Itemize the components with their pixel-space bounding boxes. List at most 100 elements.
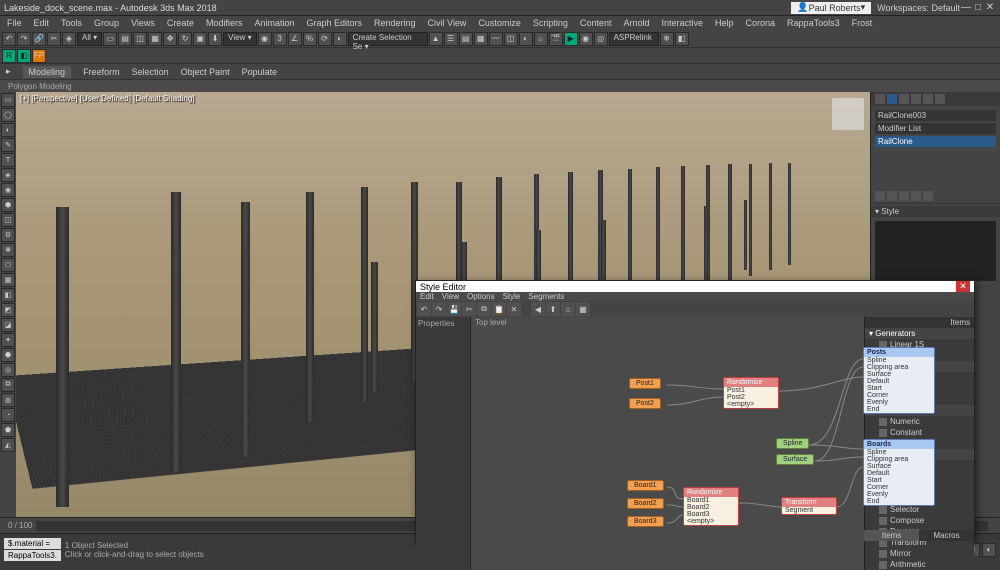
- listener-line-2[interactable]: RappaTools3.: [4, 550, 61, 561]
- left-tool-1[interactable]: ◯: [1, 108, 15, 122]
- angle-snap-button[interactable]: ∠: [288, 32, 302, 46]
- paste-button[interactable]: 📋: [492, 302, 506, 316]
- named-sel-button[interactable]: ◐: [333, 32, 347, 46]
- curve-editor-button[interactable]: 〰: [489, 32, 503, 46]
- modifier-list-dropdown[interactable]: Modifier List: [875, 123, 996, 134]
- node-randomize-posts[interactable]: Randomize Post1 Post2 <empty>: [723, 377, 779, 409]
- redo-button[interactable]: ↷: [432, 302, 446, 316]
- items-category-generators[interactable]: ▾ Generators: [865, 328, 974, 339]
- object-name-field[interactable]: RailClone003: [875, 110, 996, 121]
- menu-interactive[interactable]: Interactive: [656, 18, 708, 28]
- left-tool-14[interactable]: ◩: [1, 303, 15, 317]
- node-generator-posts[interactable]: Posts SplineClipping areaSurfaceDefaultS…: [863, 347, 935, 414]
- menu-content[interactable]: Content: [575, 18, 617, 28]
- menu-rendering[interactable]: Rendering: [369, 18, 421, 28]
- gen-slot[interactable]: Clipping area: [864, 364, 934, 371]
- left-tool-3[interactable]: ✎: [1, 138, 15, 152]
- show-end-result-button[interactable]: [887, 191, 897, 201]
- macros-tab[interactable]: Macros: [919, 530, 974, 541]
- menu-animation[interactable]: Animation: [249, 18, 299, 28]
- create-tab[interactable]: [875, 94, 885, 104]
- left-tool-11[interactable]: ⬡: [1, 258, 15, 272]
- move-button[interactable]: ✥: [163, 32, 177, 46]
- gen-slot[interactable]: Evenly: [864, 491, 934, 498]
- dialog-menu-segments[interactable]: Segments: [528, 292, 564, 301]
- refcoord-dropdown[interactable]: View ▾: [223, 32, 256, 46]
- toggle-ribbon-button[interactable]: ▦: [474, 32, 488, 46]
- menu-corona[interactable]: Corona: [741, 18, 781, 28]
- left-tool-13[interactable]: ◧: [1, 288, 15, 302]
- modifier-stack-item[interactable]: RailClone: [875, 136, 996, 147]
- unlink-button[interactable]: ✂: [47, 32, 61, 46]
- gen-slot[interactable]: Start: [864, 385, 934, 392]
- gen-slot[interactable]: Corner: [864, 392, 934, 399]
- redo-button[interactable]: ↷: [17, 32, 31, 46]
- make-unique-button[interactable]: [899, 191, 909, 201]
- spinner-snap-button[interactable]: ⟳: [318, 32, 332, 46]
- sel-filter-dropdown[interactable]: All ▾: [77, 32, 102, 46]
- hierarchy-tab[interactable]: [899, 94, 909, 104]
- left-tool-0[interactable]: ▭: [1, 93, 15, 107]
- menu-rappatools3[interactable]: RappaTools3: [782, 18, 845, 28]
- pin-stack-button[interactable]: [875, 191, 885, 201]
- gen-slot[interactable]: Default: [864, 470, 934, 477]
- corona-btn-1[interactable]: ◉: [579, 32, 593, 46]
- schematic-view-button[interactable]: ◫: [504, 32, 518, 46]
- dialog-close-button[interactable]: ✕: [956, 281, 970, 292]
- gen-slot[interactable]: Clipping area: [864, 456, 934, 463]
- menu-arnold[interactable]: Arnold: [618, 18, 654, 28]
- left-tool-17[interactable]: ⬣: [1, 348, 15, 362]
- render-setup-button[interactable]: ☼: [534, 32, 548, 46]
- node-transform[interactable]: Transform Segment: [781, 497, 837, 515]
- user-badge[interactable]: 👤 Paul Roberts ▾: [791, 2, 871, 14]
- gen-slot[interactable]: Default: [864, 378, 934, 385]
- menu-file[interactable]: File: [2, 18, 27, 28]
- home-button[interactable]: ⌂: [561, 302, 575, 316]
- ribbon-expander[interactable]: ▸: [6, 66, 11, 77]
- left-tool-15[interactable]: ◪: [1, 318, 15, 332]
- macro-button[interactable]: ▦: [576, 302, 590, 316]
- listener-line-1[interactable]: $.material =: [4, 538, 61, 549]
- utilities-tab[interactable]: [935, 94, 945, 104]
- node-post2[interactable]: Post2: [629, 398, 661, 409]
- bind-button[interactable]: ◈: [62, 32, 76, 46]
- menu-graph-editors[interactable]: Graph Editors: [301, 18, 367, 28]
- left-tool-18[interactable]: ◎: [1, 363, 15, 377]
- remove-mod-button[interactable]: [911, 191, 921, 201]
- placement-button[interactable]: ⬇: [208, 32, 222, 46]
- percent-snap-button[interactable]: %: [303, 32, 317, 46]
- node-canvas[interactable]: Top level Post1 Post2 Spline Surface Boa…: [471, 317, 864, 570]
- railclone-btn-1[interactable]: R: [2, 49, 16, 63]
- dialog-menu-style[interactable]: Style: [503, 292, 521, 301]
- delete-button[interactable]: ✕: [507, 302, 521, 316]
- left-tool-8[interactable]: ◫: [1, 213, 15, 227]
- node-board2[interactable]: Board2: [627, 498, 664, 509]
- modify-tab[interactable]: [887, 94, 897, 104]
- menu-modifiers[interactable]: Modifiers: [201, 18, 248, 28]
- frost-btn[interactable]: ❄: [660, 32, 674, 46]
- gen-slot[interactable]: Start: [864, 477, 934, 484]
- configure-sets-button[interactable]: [923, 191, 933, 201]
- nav-button-4[interactable]: ◐: [982, 543, 996, 557]
- left-tool-22[interactable]: ⬟: [1, 423, 15, 437]
- items-entry-constant[interactable]: Constant: [865, 427, 974, 438]
- layers-button[interactable]: ▤: [459, 32, 473, 46]
- workspace-label[interactable]: Workspaces: Default: [877, 3, 960, 13]
- render-button[interactable]: ▶: [564, 32, 578, 46]
- display-tab[interactable]: [923, 94, 933, 104]
- left-tool-21[interactable]: ◔: [1, 408, 15, 422]
- left-tool-12[interactable]: ▦: [1, 273, 15, 287]
- menu-tools[interactable]: Tools: [56, 18, 87, 28]
- undo-button[interactable]: ↶: [2, 32, 16, 46]
- prev-button[interactable]: ◀: [531, 302, 545, 316]
- items-entry-mirror[interactable]: Mirror: [865, 548, 974, 559]
- railclone-btn-2[interactable]: ◧: [17, 49, 31, 63]
- align-button[interactable]: ☰: [444, 32, 458, 46]
- style-rollout-header[interactable]: ▾ Style: [871, 206, 1000, 217]
- node-spline[interactable]: Spline: [776, 438, 809, 449]
- left-tool-10[interactable]: ❋: [1, 243, 15, 257]
- gen-slot[interactable]: Surface: [864, 371, 934, 378]
- extra-btn[interactable]: ◧: [675, 32, 689, 46]
- tab-populate[interactable]: Populate: [242, 67, 278, 77]
- asprelink-button[interactable]: ASPRelink: [609, 32, 659, 46]
